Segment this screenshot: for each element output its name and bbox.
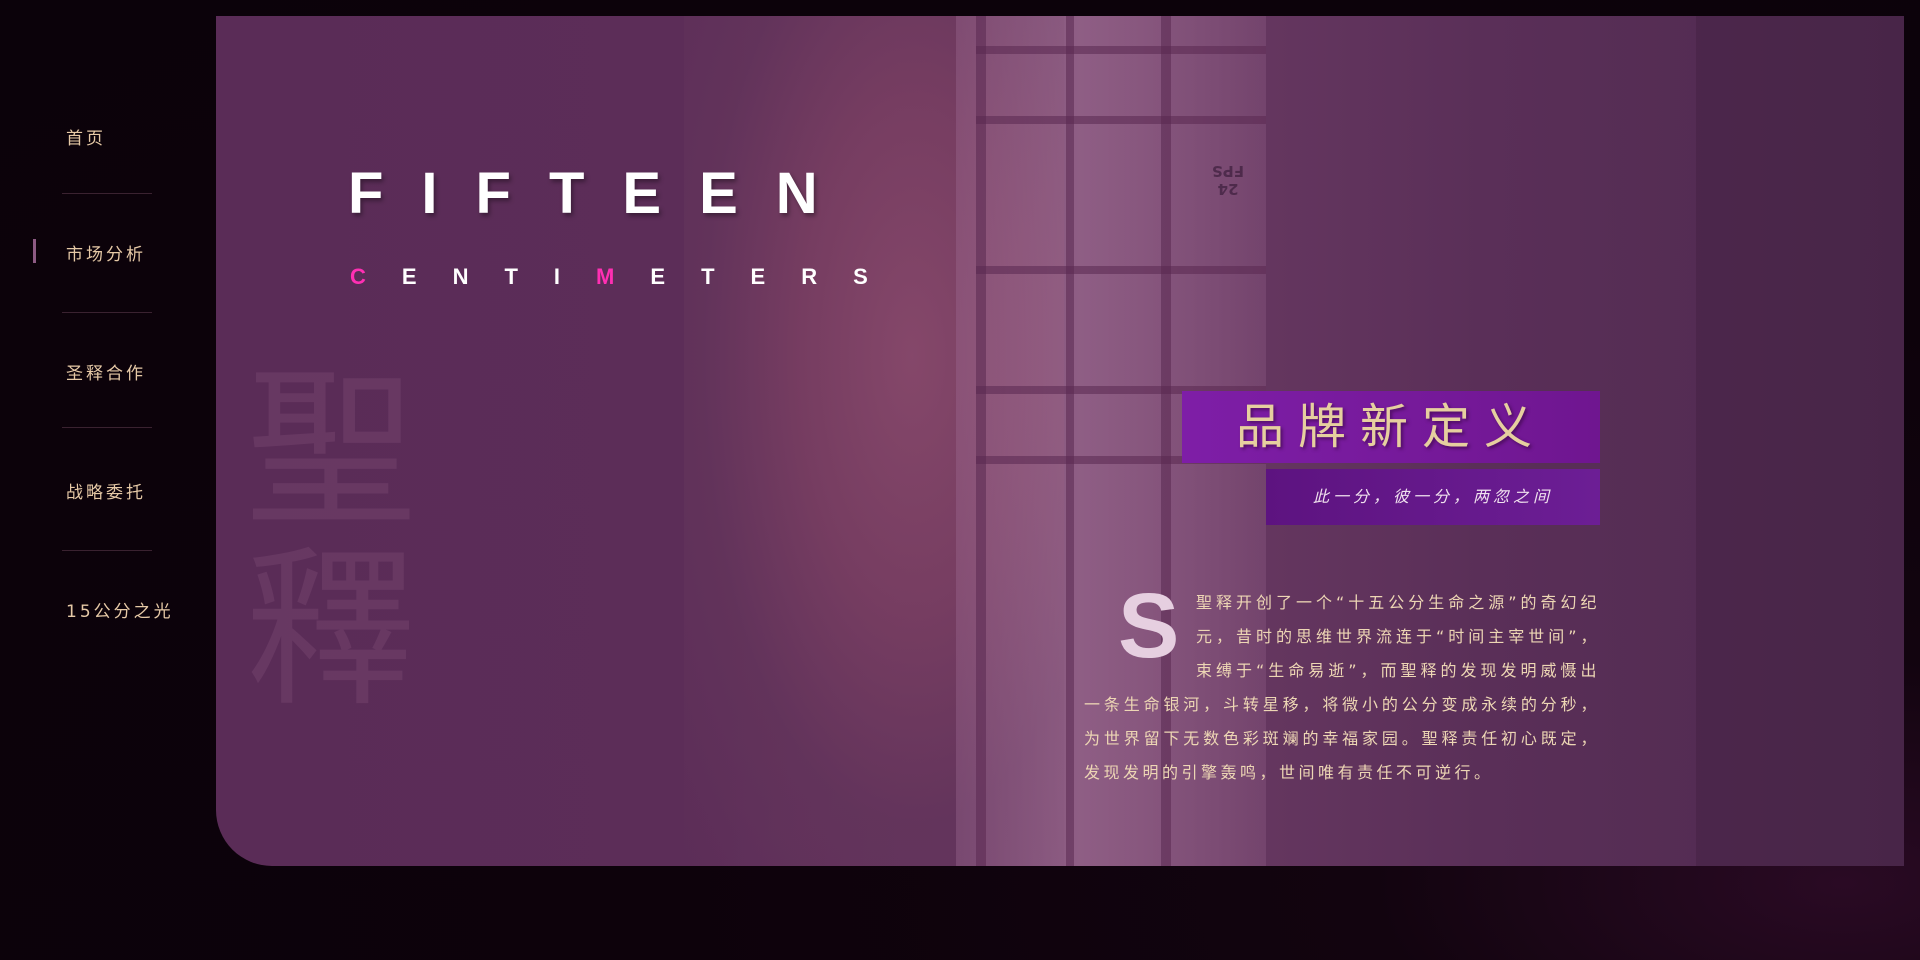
subtitle-letter: M — [596, 264, 651, 289]
nav-item-cooperation[interactable]: 圣释合作 — [66, 359, 146, 384]
nav-item-home[interactable]: 首页 — [66, 124, 106, 149]
subtitle-letter: E — [750, 264, 802, 289]
sidebar-nav: 首页 市场分析 圣释合作 战略委托 15公分之光 — [0, 0, 215, 960]
hero-title: FIFTEEN — [348, 161, 856, 226]
watermark-calligraphy: 聖釋 — [246, 352, 421, 730]
subtitle-letter: T — [701, 264, 751, 289]
hero-subtitle: CENTIMETERS — [350, 262, 904, 292]
nav-item-strategy[interactable]: 战略委托 — [66, 478, 146, 503]
nav-item-market-analysis[interactable]: 市场分析 — [66, 240, 146, 265]
subtitle-letter: R — [801, 264, 854, 289]
nav-divider — [62, 427, 152, 428]
nav-divider — [62, 193, 152, 194]
nav-active-indicator — [33, 239, 36, 263]
brand-headline: 品牌新定义 — [1182, 391, 1600, 463]
nav-item-light[interactable]: 15公分之光 — [66, 597, 174, 622]
subtitle-letter: E — [401, 264, 453, 289]
subtitle-letter: N — [452, 264, 505, 289]
subtitle-letter: I — [553, 264, 597, 289]
subtitle-letter: T — [504, 264, 554, 289]
body-paragraph-container: 聖释开创了一个“十五公分生命之源”的奇幻纪元，昔时的思维世界流连于“时间主宰世间… — [1084, 586, 1600, 790]
hero-photo-shade — [1696, 16, 1904, 866]
brand-tagline: 此一分，彼一分，两忽之间 — [1266, 469, 1600, 525]
nav-divider — [62, 550, 152, 551]
subtitle-letter: C — [350, 264, 402, 289]
subtitle-letter: S — [853, 264, 904, 289]
hero-card: 聖釋 24 FPS FIFTEEN CENTIMETERS 品牌新定义 此一分，… — [216, 16, 1904, 866]
nav-divider — [62, 312, 152, 313]
fps-badge-icon: 24 FPS — [1211, 162, 1245, 198]
subtitle-letter: E — [650, 264, 702, 289]
